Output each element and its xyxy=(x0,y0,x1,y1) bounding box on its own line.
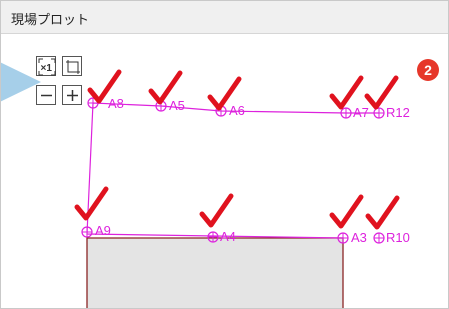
zoom-fit-icon: ×1 xyxy=(38,58,56,76)
point-label-a5: A5 xyxy=(169,98,185,113)
minus-icon xyxy=(41,94,52,97)
step-badge: 2 xyxy=(417,59,439,81)
frame-select-icon xyxy=(66,60,80,74)
svg-text:×1: ×1 xyxy=(41,63,53,74)
point-label-a4: A4 xyxy=(220,229,236,244)
building-area xyxy=(87,238,343,308)
check-icon xyxy=(365,195,400,230)
point-label-a3: A3 xyxy=(351,230,367,245)
point-marker-a3[interactable] xyxy=(337,232,349,244)
point-marker-a7[interactable] xyxy=(340,107,352,119)
zoom-out-button[interactable] xyxy=(36,85,56,105)
site-plot-window: 現場プロット A8 A5 A6 A7 R12 A9 A4 A3 R10 ×1 2 xyxy=(0,0,449,309)
point-label-a6: A6 xyxy=(229,103,245,118)
point-marker-a4[interactable] xyxy=(207,231,219,243)
point-marker-a9[interactable] xyxy=(81,226,93,238)
point-label-r12: R12 xyxy=(386,105,410,120)
check-icon xyxy=(199,193,234,228)
point-marker-r12[interactable] xyxy=(373,107,385,119)
zoom-in-button[interactable] xyxy=(62,85,82,105)
plot-canvas[interactable]: A8 A5 A6 A7 R12 A9 A4 A3 R10 ×1 2 xyxy=(1,34,448,308)
callout-arrow xyxy=(1,48,41,116)
point-label-a8: A8 xyxy=(108,96,124,111)
point-label-a7: A7 xyxy=(353,105,369,120)
window-title: 現場プロット xyxy=(11,12,90,27)
point-label-r10: R10 xyxy=(386,230,410,245)
title-bar: 現場プロット xyxy=(1,1,448,34)
zoom-fit-button[interactable]: ×1 xyxy=(36,56,56,76)
check-icon xyxy=(74,186,109,221)
check-icon xyxy=(329,75,364,110)
point-marker-r10[interactable] xyxy=(373,232,385,244)
frame-select-button[interactable] xyxy=(62,56,82,76)
plus-icon xyxy=(67,90,78,101)
point-label-a9: A9 xyxy=(95,223,111,238)
check-icon xyxy=(329,194,364,229)
check-icon xyxy=(364,75,399,110)
